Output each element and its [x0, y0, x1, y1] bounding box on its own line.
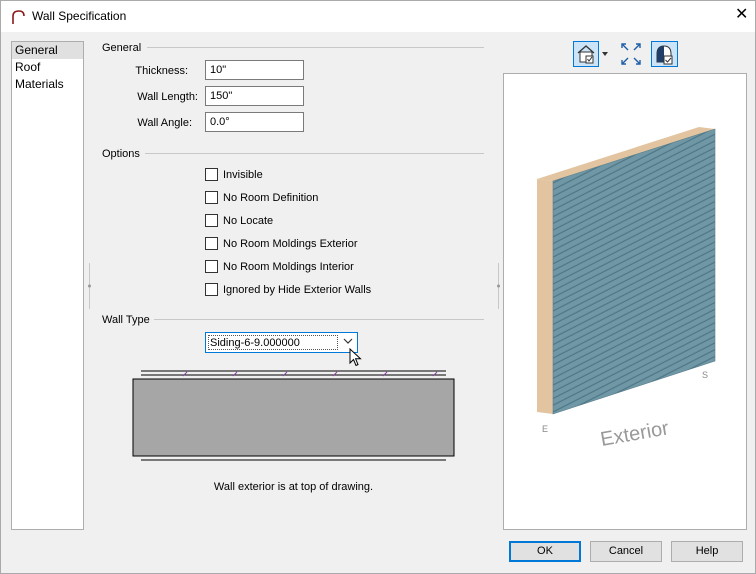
window-title: Wall Specification [32, 9, 127, 23]
nav-item-general[interactable]: General [12, 42, 83, 59]
compass-s-label: S [702, 370, 708, 380]
wall-type-caption: Wall exterior is at top of drawing. [213, 481, 374, 493]
checkbox-label: No Room Definition [223, 192, 319, 204]
title-bar[interactable]: Wall Specification ✕ [1, 1, 755, 32]
dialog-window: Wall Specification ✕ General Roof Materi… [0, 0, 756, 574]
checkbox-label: No Room Moldings Interior [223, 261, 354, 273]
checkbox-box[interactable] [205, 237, 218, 250]
view-mode-button[interactable] [573, 41, 611, 67]
general-group-label: General [102, 42, 142, 54]
thickness-field[interactable]: 10" [205, 60, 304, 80]
wall-angle-field[interactable]: 0.0° [205, 112, 304, 132]
close-icon[interactable]: ✕ [735, 7, 748, 23]
help-button[interactable]: Help [671, 541, 743, 562]
wall-length-field[interactable]: 150" [205, 86, 304, 106]
checkbox-box[interactable] [205, 214, 218, 227]
wall-type-selected: Siding-6-9.000000 [208, 335, 338, 350]
mouse-cursor-icon [349, 348, 362, 367]
invisible-checkbox[interactable]: Invisible [205, 168, 263, 182]
checkbox-label: No Locate [223, 215, 274, 227]
camera-view-options-button[interactable] [651, 41, 678, 67]
general-group-divider [147, 47, 484, 48]
nav-item-roof[interactable]: Roof [12, 59, 83, 76]
wall-type-section-drawing [132, 370, 455, 461]
chevron-down-icon[interactable] [343, 336, 353, 346]
ignored-by-hide-exterior-walls-checkbox[interactable]: Ignored by Hide Exterior Walls [205, 283, 371, 297]
category-list[interactable]: General Roof Materials [11, 41, 84, 530]
wall-preview-panel[interactable]: E S Exterior [503, 73, 747, 530]
checkbox-box[interactable] [205, 168, 218, 181]
options-group-divider [145, 153, 484, 154]
checkbox-label: Ignored by Hide Exterior Walls [223, 284, 372, 296]
wall-angle-label: Wall Angle: [137, 117, 192, 129]
nav-item-materials[interactable]: Materials [12, 76, 83, 93]
no-room-moldings-exterior-checkbox[interactable]: No Room Moldings Exterior [205, 237, 358, 251]
compass-e-label: E [542, 424, 548, 434]
arch-icon [12, 10, 25, 24]
splitter-handle-right[interactable] [497, 263, 500, 309]
options-group-label: Options [102, 148, 140, 160]
fill-window-icon[interactable] [620, 41, 642, 67]
no-locate-checkbox[interactable]: No Locate [205, 214, 273, 228]
checkbox-box[interactable] [205, 260, 218, 273]
wall-type-group-divider [154, 319, 484, 320]
wall-type-group-label: Wall Type [102, 314, 150, 326]
no-room-definition-checkbox[interactable]: No Room Definition [205, 191, 318, 205]
ok-button[interactable]: OK [509, 541, 581, 562]
thickness-label: Thickness: [135, 65, 188, 77]
checkbox-box[interactable] [205, 283, 218, 296]
wall-type-dropdown[interactable]: Siding-6-9.000000 [205, 332, 358, 353]
wall-3d-preview: E S Exterior [537, 127, 716, 451]
wall-length-label: Wall Length: [137, 91, 198, 103]
checkbox-label: Invisible [223, 169, 263, 181]
splitter-handle-left[interactable] [88, 263, 91, 309]
exterior-label: Exterior [599, 417, 671, 451]
no-room-moldings-interior-checkbox[interactable]: No Room Moldings Interior [205, 260, 354, 274]
checkbox-label: No Room Moldings Exterior [223, 238, 358, 250]
cancel-button[interactable]: Cancel [590, 541, 662, 562]
checkbox-box[interactable] [205, 191, 218, 204]
